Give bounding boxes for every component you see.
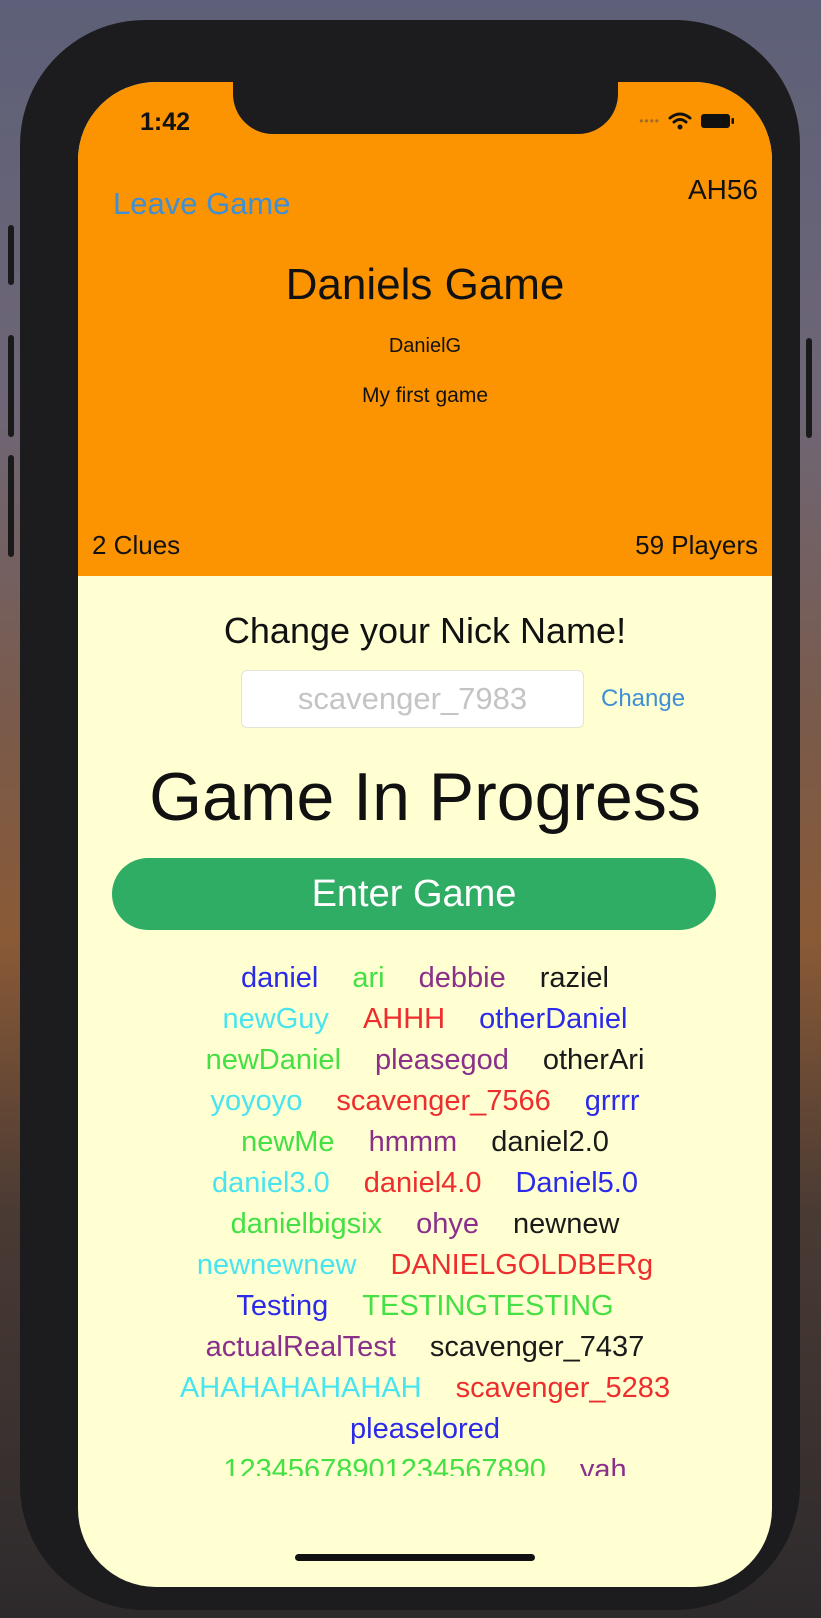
players-count: 59 Players: [635, 530, 758, 560]
nickname-heading: Change your Nick Name!: [223, 610, 627, 651]
player-name: otherDaniel: [479, 1003, 628, 1035]
nickname-input[interactable]: [241, 670, 584, 728]
player-name: yah: [579, 1454, 627, 1476]
game-code: AH56: [687, 174, 758, 205]
player-name: TESTINGTESTING: [362, 1290, 614, 1322]
notch: [233, 82, 618, 134]
player-name: ohye: [416, 1208, 480, 1240]
player-name: newMe: [241, 1126, 335, 1158]
leave-game-button[interactable]: Leave Game: [113, 186, 291, 222]
game-host: DanielG: [388, 335, 462, 357]
player-name: daniel: [240, 962, 319, 994]
player-name: scavenger_5283: [455, 1372, 671, 1404]
player-row: yoyoyo scavenger_7566 grrrr: [78, 1081, 772, 1122]
player-name: actualRealTest: [205, 1331, 396, 1363]
player-name: daniel3.0: [212, 1167, 330, 1199]
volume-down-button: [8, 455, 14, 557]
signal-icon: ••••: [639, 114, 660, 128]
player-name: Daniel5.0: [515, 1167, 638, 1199]
player-name: yoyoyo: [210, 1085, 303, 1117]
volume-up-button: [8, 335, 14, 437]
player-name: 12345678901234567890: [223, 1454, 546, 1476]
player-name: newnewnew: [196, 1249, 357, 1281]
player-row: pleaselored: [78, 1409, 772, 1450]
player-row: newMe hmmm daniel2.0: [78, 1122, 772, 1163]
app-screen: 1:42 •••• Leave Game AH56 Daniels Game D…: [78, 82, 772, 1587]
player-row: daniel ari debbie raziel: [78, 958, 772, 999]
status-time: 1:42: [140, 108, 191, 136]
wifi-icon: [668, 112, 692, 130]
player-name: danielbigsix: [230, 1208, 383, 1240]
battery-icon: [701, 114, 734, 128]
phone-frame: 1:42 •••• Leave Game AH56 Daniels Game D…: [8, 20, 812, 1610]
player-row: daniel3.0 daniel4.0 Daniel5.0: [78, 1163, 772, 1204]
player-name: newGuy: [222, 1003, 329, 1035]
player-name: hmmm: [368, 1126, 458, 1158]
power-button: [806, 338, 812, 438]
player-row: newnewnew DANIELGOLDBERg: [78, 1245, 772, 1286]
player-name: DANIELGOLDBERg: [390, 1249, 654, 1281]
player-name: daniel4.0: [363, 1167, 482, 1199]
game-title: Daniels Game: [285, 260, 565, 309]
clues-count: 2 Clues: [92, 530, 181, 560]
player-row: 12345678901234567890 yah: [78, 1450, 772, 1476]
player-name: pleaselored: [350, 1413, 500, 1445]
player-row: newDaniel pleasegod otherAri: [78, 1040, 772, 1081]
player-row: danielbigsix ohye newnew: [78, 1204, 772, 1245]
player-name: grrrr: [584, 1085, 640, 1117]
game-description: My first game: [361, 384, 489, 407]
player-name: scavenger_7437: [429, 1331, 645, 1363]
player-name: Testing: [236, 1290, 329, 1322]
change-nickname-button[interactable]: Change: [601, 685, 685, 713]
player-name: daniel2.0: [491, 1126, 609, 1158]
status-icons: ••••: [639, 112, 736, 130]
player-name: pleasegod: [375, 1044, 509, 1076]
player-name: otherAri: [542, 1044, 645, 1076]
player-row: actualRealTest scavenger_7437: [78, 1327, 772, 1368]
player-name: AHAHAHAHAHAH: [179, 1372, 422, 1404]
game-status-heading: Game In Progress: [149, 759, 701, 835]
player-row: Testing TESTINGTESTING: [78, 1286, 772, 1327]
player-row: AHAHAHAHAHAH scavenger_5283: [78, 1368, 772, 1409]
player-name: ari: [352, 962, 385, 994]
player-name: newnew: [513, 1208, 620, 1240]
player-name: newDaniel: [205, 1044, 342, 1076]
player-name: scavenger_7566: [336, 1085, 551, 1117]
player-name: raziel: [539, 962, 610, 994]
player-name: AHHH: [362, 1003, 446, 1035]
home-indicator[interactable]: [295, 1554, 535, 1561]
player-name: debbie: [418, 962, 506, 994]
game-header: 1:42 •••• Leave Game AH56 Daniels Game D…: [78, 82, 772, 576]
player-row: newGuy AHHH otherDaniel: [78, 999, 772, 1040]
player-list: daniel ari debbie raziel newGuy AHHH otherDani…: [78, 958, 772, 1476]
mute-switch: [8, 225, 14, 285]
enter-game-button[interactable]: Enter Game: [112, 858, 716, 930]
